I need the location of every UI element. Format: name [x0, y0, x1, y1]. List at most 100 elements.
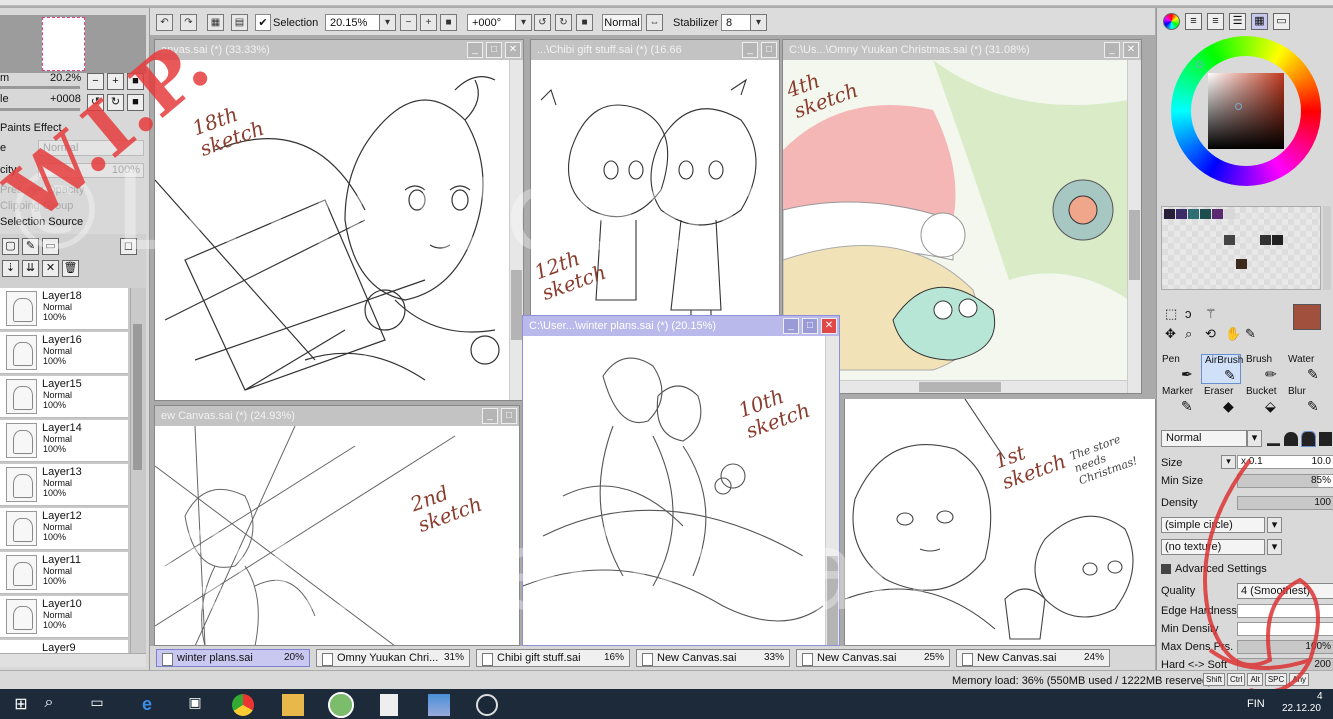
- eyedropper-icon[interactable]: ✎: [1245, 326, 1256, 342]
- store-icon[interactable]: ▣: [184, 694, 206, 716]
- tool-eraser[interactable]: Eraser ◆: [1201, 386, 1241, 416]
- color-swatch[interactable]: [1236, 259, 1247, 269]
- move-icon[interactable]: ✥: [1165, 326, 1176, 342]
- brush-blend-select[interactable]: Normal: [1161, 430, 1247, 447]
- maximize-icon[interactable]: □: [802, 318, 818, 334]
- layer-row[interactable]: Layer13 Normal 100%: [0, 464, 128, 506]
- tool-marker[interactable]: Marker ✎: [1159, 386, 1199, 416]
- file-tab[interactable]: New Canvas.sai 33%: [636, 649, 790, 667]
- rect-select-icon[interactable]: ⬚: [1165, 306, 1177, 322]
- gradation-tab-icon[interactable]: ☰: [1229, 13, 1246, 30]
- minimize-icon[interactable]: _: [1104, 42, 1120, 58]
- nav-zoom-slider[interactable]: [0, 86, 80, 89]
- layer-row[interactable]: Layer10 Normal 100%: [0, 596, 128, 638]
- vertical-scrollbar[interactable]: [1127, 60, 1141, 393]
- zoom-tool-icon[interactable]: ⌕: [1185, 326, 1192, 342]
- zoom-dropdown-icon[interactable]: ▾: [379, 14, 396, 31]
- file-tab[interactable]: winter plans.sai 20%: [156, 649, 310, 667]
- maximize-icon[interactable]: □: [486, 42, 502, 58]
- color-swatch[interactable]: [1200, 209, 1211, 219]
- minimize-icon[interactable]: _: [467, 42, 483, 58]
- saturation-value-square[interactable]: [1208, 73, 1284, 149]
- color-swatch[interactable]: [1260, 235, 1271, 245]
- rotation-dropdown-icon[interactable]: ▾: [515, 14, 532, 31]
- hand-icon[interactable]: ✋: [1225, 326, 1241, 342]
- lasso-icon[interactable]: ↄ: [1185, 306, 1192, 321]
- primary-color-swatch[interactable]: [1293, 304, 1321, 330]
- flip-icon[interactable]: ⇔: [646, 14, 663, 31]
- tool-airbrush[interactable]: AirBrush ✎: [1201, 354, 1243, 384]
- file-tab[interactable]: Omny Yuukan Chri... 31%: [316, 649, 470, 667]
- file-tab[interactable]: Chibi gift stuff.sai 16%: [476, 649, 630, 667]
- layer-row[interactable]: Layer11 Normal 100%: [0, 552, 128, 594]
- task-view-icon[interactable]: ▭: [86, 694, 108, 716]
- tool-brush[interactable]: Brush ✏: [1243, 354, 1283, 384]
- file-explorer-icon[interactable]: [282, 694, 304, 716]
- soft-tip-icon[interactable]: [1300, 431, 1316, 447]
- steam-icon[interactable]: [476, 694, 498, 716]
- scroll-thumb[interactable]: [511, 270, 522, 340]
- color-swatch[interactable]: [1176, 209, 1187, 219]
- tool-blur[interactable]: Blur ✎: [1285, 386, 1325, 416]
- color-swatch[interactable]: [1212, 209, 1223, 219]
- close-icon[interactable]: ✕: [505, 42, 521, 58]
- zoom-in-icon[interactable]: +: [420, 14, 437, 31]
- clock-date[interactable]: 22.12.20: [1282, 703, 1321, 714]
- minimize-icon[interactable]: _: [482, 408, 498, 424]
- color-swatch[interactable]: [1224, 235, 1235, 245]
- round-tip-icon[interactable]: [1284, 432, 1298, 446]
- windows-start-icon[interactable]: ⊞: [10, 694, 32, 716]
- scroll-thumb[interactable]: [1129, 210, 1140, 280]
- rotate-left-icon[interactable]: ↺: [534, 14, 551, 31]
- hue-cursor[interactable]: [1196, 61, 1203, 68]
- close-icon[interactable]: ✕: [821, 318, 837, 334]
- zoom-out-icon[interactable]: −: [400, 14, 417, 31]
- color-wheel-tab-icon[interactable]: [1163, 13, 1180, 30]
- layer-list-hscroll[interactable]: [0, 653, 146, 667]
- magic-wand-icon[interactable]: ⚚: [1205, 306, 1217, 322]
- layer-list-scrollbar[interactable]: [130, 288, 144, 653]
- layer-row[interactable]: Layer18 Normal 100%: [0, 288, 128, 330]
- tool-water[interactable]: Water ✎: [1285, 354, 1325, 384]
- photos-icon[interactable]: [428, 694, 450, 716]
- flat-tip-icon[interactable]: [1267, 443, 1281, 446]
- color-swatch[interactable]: [1188, 209, 1199, 219]
- color-picker-cursor[interactable]: [1235, 103, 1242, 110]
- minimize-icon[interactable]: _: [783, 318, 799, 334]
- select-all-icon[interactable]: ▤: [231, 14, 248, 31]
- zoom-reset-icon[interactable]: ■: [440, 14, 457, 31]
- hsv-slider-tab-icon[interactable]: ≡: [1207, 13, 1224, 30]
- chrome-icon[interactable]: [232, 694, 254, 716]
- edge-browser-icon[interactable]: e: [136, 694, 158, 716]
- swatch-scrollbar[interactable]: [1323, 206, 1331, 290]
- rotate-reset-icon[interactable]: ■: [576, 14, 593, 31]
- scratchpad-tab-icon[interactable]: ▭: [1273, 13, 1290, 30]
- maximize-icon[interactable]: □: [761, 42, 777, 58]
- swatch-grid[interactable]: [1161, 206, 1321, 290]
- stabilizer-dropdown-icon[interactable]: ▾: [750, 14, 767, 31]
- close-icon[interactable]: ✕: [1123, 42, 1139, 58]
- scroll-thumb[interactable]: [919, 382, 1001, 392]
- minimize-icon[interactable]: _: [742, 42, 758, 58]
- color-swatch[interactable]: [1224, 209, 1235, 219]
- rotate-right-icon[interactable]: ↻: [555, 14, 572, 31]
- layer-row[interactable]: Layer9: [0, 640, 128, 654]
- language-indicator[interactable]: FIN: [1247, 698, 1265, 710]
- layer-row[interactable]: Layer12 Normal 100%: [0, 508, 128, 550]
- color-swatch[interactable]: [1164, 209, 1175, 219]
- tool-pen[interactable]: Pen ✒: [1159, 354, 1199, 384]
- file-tab[interactable]: New Canvas.sai 24%: [956, 649, 1110, 667]
- search-icon[interactable]: ⌕: [38, 694, 60, 716]
- tool-bucket[interactable]: Bucket ⬙: [1243, 386, 1283, 416]
- layer-row[interactable]: Layer15 Normal 100%: [0, 376, 128, 418]
- document-icon[interactable]: [380, 694, 398, 716]
- clock-time[interactable]: 4: [1317, 691, 1323, 702]
- color-swatch[interactable]: [1272, 235, 1283, 245]
- layer-list-scroll-thumb[interactable]: [133, 324, 142, 470]
- square-tip-icon[interactable]: [1318, 432, 1332, 446]
- file-tab[interactable]: New Canvas.sai 25%: [796, 649, 950, 667]
- blend-mode-button[interactable]: Normal: [602, 14, 642, 31]
- layer-row[interactable]: Layer14 Normal 100%: [0, 420, 128, 462]
- color-wheel[interactable]: [1171, 36, 1321, 186]
- redo-icon[interactable]: ↷: [180, 14, 197, 31]
